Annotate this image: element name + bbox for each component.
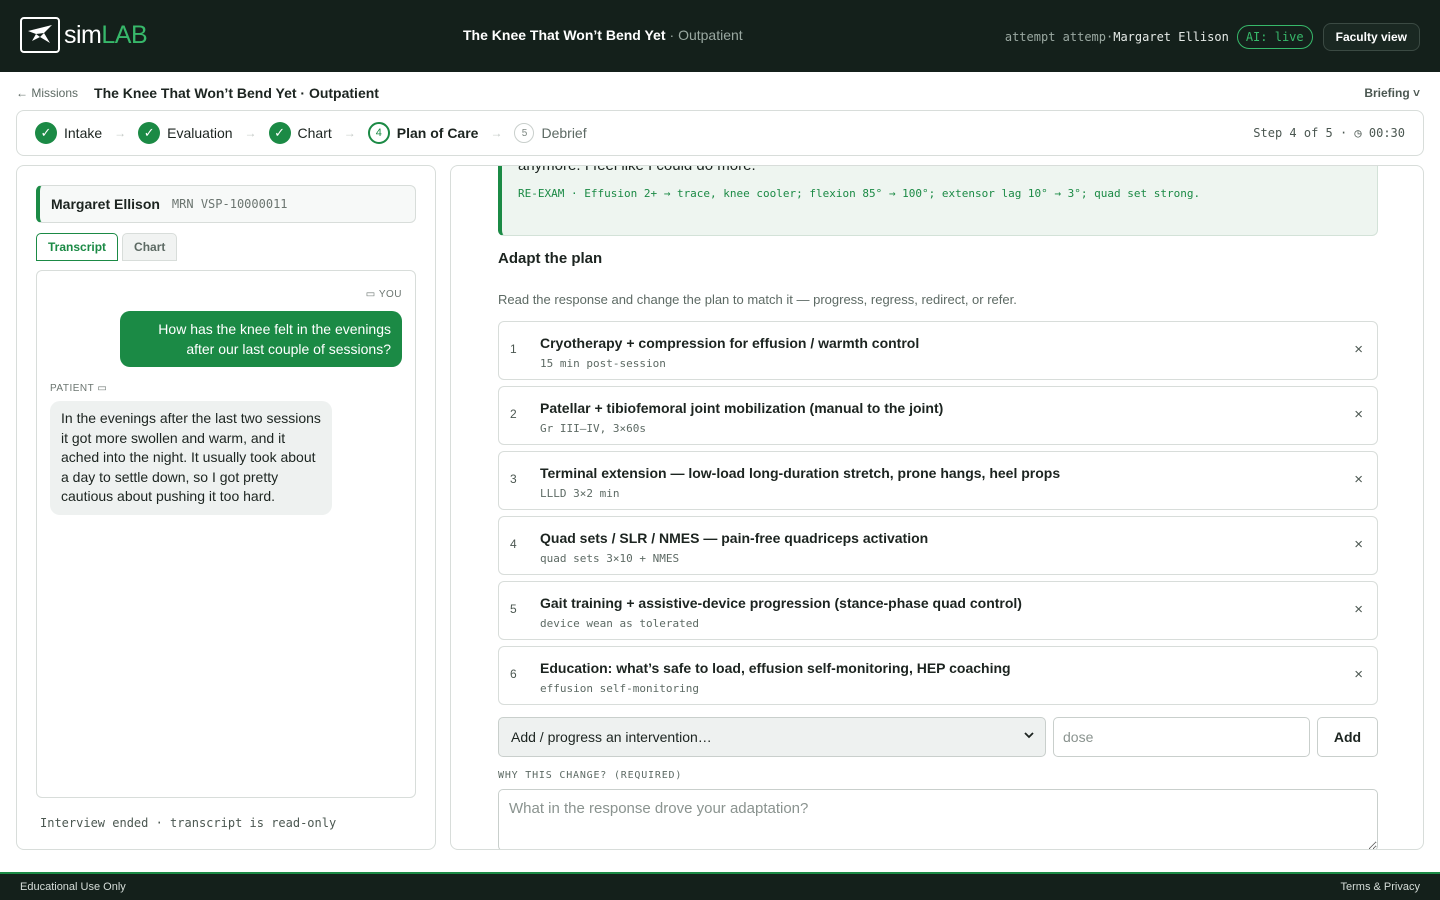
step-evaluation[interactable]: ✓ Evaluation — [138, 122, 233, 144]
logo[interactable]: simLAB — [20, 17, 148, 53]
section-instructions: Read the response and change the plan to… — [498, 292, 1017, 307]
remove-icon[interactable]: × — [1354, 601, 1363, 618]
intervention-item: 4 Quad sets / SLR / NMES — pain-free qua… — [498, 516, 1378, 575]
rationale-textarea[interactable] — [498, 789, 1378, 849]
terms-privacy-link[interactable]: Terms & Privacy — [1341, 881, 1420, 893]
intervention-number: 1 — [510, 342, 517, 356]
panel-tabs: Transcript Chart — [36, 233, 181, 261]
step-label: Debrief — [541, 125, 587, 141]
ai-status-badge: AI: live — [1236, 25, 1313, 49]
step-counter-timer: Step 4 of 5 · ◷ 00:30 — [1253, 126, 1405, 140]
attempt-name: Margaret Ellison — [1113, 30, 1229, 44]
intervention-name: Terminal extension — low-load long-durat… — [540, 465, 1061, 481]
step-label: Evaluation — [167, 125, 233, 141]
step-progress: ✓ Intake → ✓ Evaluation → ✓ Chart → 4 Pl… — [16, 110, 1424, 156]
intervention-name: Gait training + assistive-device progres… — [540, 595, 1022, 611]
step-chart[interactable]: ✓ Chart — [268, 122, 332, 144]
faculty-view-button[interactable]: Faculty view — [1322, 23, 1420, 51]
reexam-findings: RE-EXAM · Effusion 2+ → trace, knee cool… — [518, 187, 1201, 200]
you-label: ▭ YOU — [365, 289, 402, 300]
step-label: Chart — [297, 125, 332, 141]
intervention-dose: LLLD 3×2 min — [540, 487, 620, 500]
intervention-number: 5 — [510, 602, 517, 616]
arrow-right-icon: → — [343, 126, 356, 140]
attempt-info: attempt attemp·Margaret Ellison — [1005, 30, 1229, 44]
patient-card: Margaret Ellison MRN VSP-10000011 — [36, 185, 416, 223]
intervention-item: 2 Patellar + tibiofemoral joint mobiliza… — [498, 386, 1378, 445]
dose-input[interactable] — [1053, 717, 1310, 757]
step-debrief[interactable]: 5 Debrief — [514, 123, 587, 143]
logo-suffix: LAB — [101, 20, 148, 49]
intervention-name: Patellar + tibiofemoral joint mobilizati… — [540, 400, 944, 416]
section-title: Adapt the plan — [498, 250, 603, 267]
patient-label: PATIENT ▭ — [50, 383, 108, 394]
intervention-number: 4 — [510, 537, 517, 551]
intervention-select-value: Add / progress an intervention… — [511, 729, 712, 745]
remove-icon[interactable]: × — [1354, 341, 1363, 358]
attempt-text: attempt attemp· — [1004, 30, 1114, 44]
step-label: Intake — [64, 125, 103, 141]
step-label: Plan of Care — [396, 125, 479, 141]
logo-prefix: sim — [64, 20, 102, 49]
intervention-dose: Gr III–IV, 3×60s — [540, 422, 646, 435]
case-title-text: The Knee That Won’t Bend Yet — [463, 27, 666, 43]
page-title: The Knee That Won’t Bend Yet · Outpatien… — [94, 85, 379, 101]
transcript-log[interactable]: ▭ YOU How has the knee felt in the eveni… — [36, 270, 416, 798]
briefing-dropdown[interactable]: Briefing ˅ — [1364, 86, 1420, 100]
patient-message: In the evenings after the last two sessi… — [50, 401, 332, 515]
intervention-name: Quad sets / SLR / NMES — pain-free quadr… — [540, 530, 929, 546]
check-icon: ✓ — [268, 122, 291, 144]
intervention-list: 1 Cryotherapy + compression for effusion… — [498, 321, 1378, 711]
check-icon: ✓ — [138, 122, 161, 144]
arrow-right-icon: → — [490, 126, 503, 140]
remove-icon[interactable]: × — [1354, 666, 1363, 683]
case-title: The Knee That Won’t Bend Yet · Outpatient — [463, 27, 743, 43]
breadcrumb: ← Missions The Knee That Won’t Bend Yet … — [16, 85, 379, 101]
remove-icon[interactable]: × — [1354, 471, 1363, 488]
clinician-message: How has the knee felt in the evenings af… — [120, 311, 402, 367]
intervention-name: Cryotherapy + compression for effusion /… — [540, 335, 920, 351]
tab-chart[interactable]: Chart — [122, 233, 178, 261]
top-bar: simLAB The Knee That Won’t Bend Yet · Out… — [0, 0, 1440, 72]
intervention-number: 2 — [510, 407, 517, 421]
add-intervention-row: Add / progress an intervention… Add — [498, 717, 1378, 757]
logo-bird-icon — [20, 17, 60, 53]
intervention-item: 5 Gait training + assistive-device progr… — [498, 581, 1378, 640]
intervention-item: 6 Education: what’s safe to load, effusi… — [498, 646, 1378, 705]
case-setting: · Outpatient — [669, 27, 743, 43]
back-to-missions-link[interactable]: ← Missions — [16, 86, 78, 100]
interview-panel: Margaret Ellison MRN VSP-10000011 Transc… — [16, 165, 436, 850]
rationale-label: WHY THIS CHANGE? (REQUIRED) — [498, 770, 683, 781]
intervention-dose: 15 min post-session — [540, 357, 666, 370]
intervention-dose: device wean as tolerated — [540, 617, 699, 630]
intervention-select[interactable]: Add / progress an intervention… — [498, 717, 1046, 757]
step-number: 4 — [367, 122, 390, 144]
arrow-right-icon: → — [244, 126, 257, 140]
step-intake[interactable]: ✓ Intake — [35, 122, 102, 144]
step-number: 5 — [514, 123, 535, 143]
patient-name: Margaret Ellison — [51, 196, 160, 212]
intervention-number: 6 — [510, 667, 517, 681]
intervention-item: 3 Terminal extension — low-load long-dur… — [498, 451, 1378, 510]
interview-ended-note: Interview ended · transcript is read-onl… — [40, 816, 337, 830]
patient-mrn: MRN VSP-10000011 — [171, 197, 288, 211]
check-icon: ✓ — [35, 122, 57, 144]
patient-quote: anymore. I feel like I could do more.” — [518, 165, 761, 174]
educational-use-note: Educational Use Only — [20, 881, 126, 893]
plan-of-care-panel[interactable]: anymore. I feel like I could do more.” R… — [450, 165, 1424, 850]
arrow-right-icon: → — [114, 126, 127, 140]
intervention-dose: quad sets 3×10 + NMES — [540, 552, 680, 565]
intervention-number: 3 — [510, 472, 517, 486]
chevron-down-icon — [1023, 729, 1035, 744]
intervention-dose: effusion self-monitoring — [540, 682, 699, 695]
remove-icon[interactable]: × — [1354, 536, 1363, 553]
footer: Educational Use Only Terms & Privacy — [0, 872, 1440, 900]
tab-transcript[interactable]: Transcript — [36, 233, 119, 261]
intervention-item: 1 Cryotherapy + compression for effusion… — [498, 321, 1378, 380]
remove-icon[interactable]: × — [1354, 406, 1363, 423]
reexam-callout: anymore. I feel like I could do more.” R… — [498, 165, 1378, 236]
intervention-name: Education: what’s safe to load, effusion… — [540, 660, 1011, 676]
step-plan-of-care[interactable]: 4 Plan of Care — [367, 122, 479, 144]
add-intervention-button[interactable]: Add — [1317, 717, 1378, 757]
